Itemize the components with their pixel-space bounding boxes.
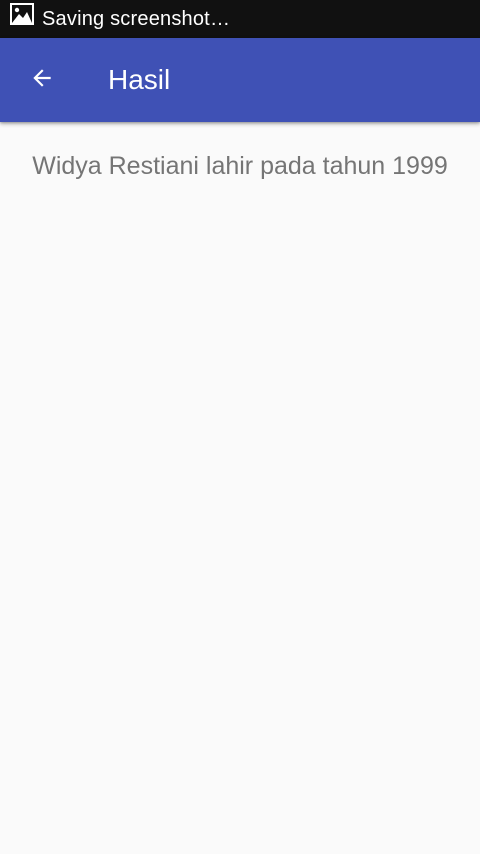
status-bar: Saving screenshot… <box>0 0 480 38</box>
status-notification-text: Saving screenshot… <box>42 7 231 30</box>
app-bar: Hasil <box>0 38 480 122</box>
back-button[interactable] <box>14 52 70 108</box>
arrow-back-icon <box>29 65 55 96</box>
content-area: Widya Restiani lahir pada tahun 1999 <box>0 122 480 182</box>
page-title: Hasil <box>108 64 171 95</box>
image-icon <box>10 2 34 26</box>
result-text: Widya Restiani lahir pada tahun 1999 <box>32 152 448 180</box>
